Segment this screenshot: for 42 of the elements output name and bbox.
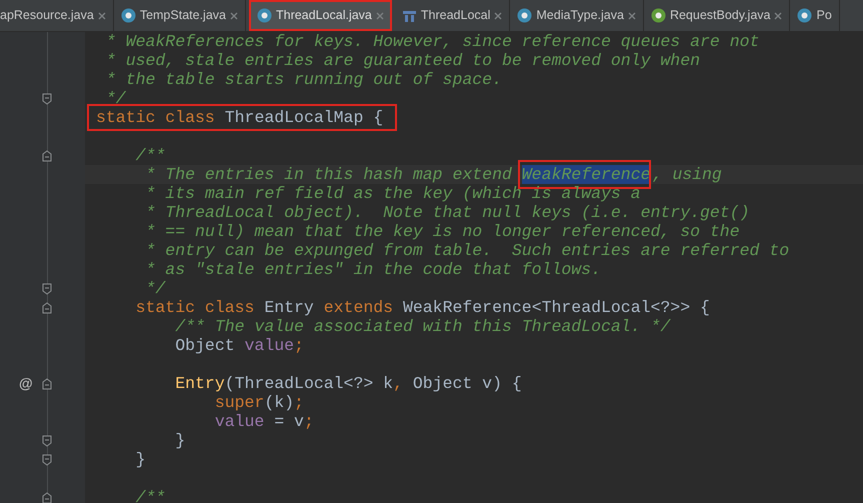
code-line: * ThreadLocal object). Note that null keys (i.e. entry.get()	[144, 203, 750, 222]
close-icon[interactable]	[774, 12, 782, 20]
fold-icon[interactable]	[42, 302, 52, 314]
code-line: static class Entry extends WeakReference<ThreadLocal<?>> {	[134, 298, 710, 317]
fold-icon[interactable]	[42, 282, 52, 294]
code-line: * WeakReferences for keys. However, since reference queues are not	[104, 32, 760, 51]
circle-icon	[256, 8, 272, 23]
close-icon[interactable]	[98, 12, 106, 20]
close-icon[interactable]	[628, 12, 636, 20]
fold-icon[interactable]	[42, 92, 52, 104]
structure-icon	[402, 8, 417, 23]
code-line: * the table starts running out of space.	[104, 70, 502, 89]
fold-icon[interactable]	[42, 378, 52, 390]
circle-icon	[517, 8, 532, 23]
fold-icon[interactable]	[42, 454, 52, 466]
code-line: * used, stale entries are guaranteed to be removed only when	[104, 51, 700, 70]
code-line: /**	[134, 146, 166, 165]
gutter-marker[interactable]: @	[19, 374, 33, 393]
code-line: * entry can be expunged from table. Such entries are referred to	[144, 241, 790, 260]
editor-tab[interactable]: ThreadLocal.java	[248, 0, 392, 31]
code-line: * The entries in this hash map extend WeakReference, using	[96, 165, 722, 184]
code-line: * its main ref field as the key (which is always a	[144, 184, 641, 203]
code-line: /** The value associated with this ThreadLocal. */	[174, 317, 670, 336]
close-icon[interactable]	[230, 12, 238, 20]
close-icon[interactable]	[494, 12, 502, 20]
code-line: /**	[134, 488, 166, 503]
circle-icon	[120, 8, 136, 23]
code-line: * as "stale entries" in the code that follows.	[144, 260, 601, 279]
fold-icon[interactable]	[42, 492, 52, 503]
code-line: Entry(ThreadLocal<?> k, Object v) {	[174, 374, 522, 393]
circle-icon	[650, 8, 666, 23]
code-line: value = v;	[214, 412, 314, 431]
circle-icon	[797, 8, 812, 23]
fold-icon[interactable]	[42, 150, 52, 162]
code-line: Object value;	[174, 336, 304, 355]
code-line: }	[174, 431, 186, 450]
code-line: }	[134, 450, 146, 469]
code-line: * == null) mean that the key is no longer referenced, so the	[144, 222, 740, 241]
code-line: super(k);	[214, 393, 304, 412]
editor-tab[interactable]: apResource.java	[0, 0, 114, 31]
code-line: */	[144, 279, 166, 298]
fold-icon[interactable]	[42, 434, 52, 446]
